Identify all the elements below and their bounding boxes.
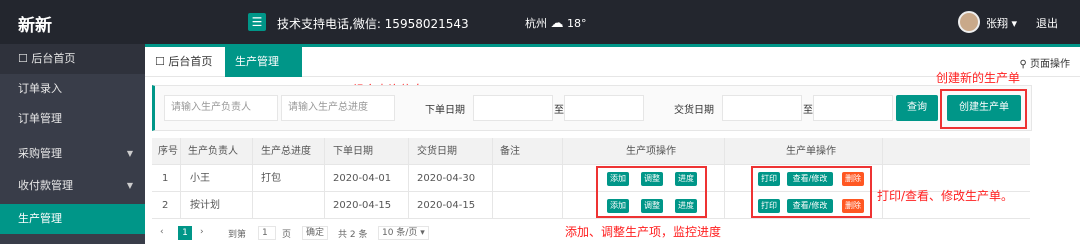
app-logo: 新新 [18, 16, 52, 36]
table-header: 序号 生产负责人 生产总进度 下单日期 交货日期 备注 生产项操作 生产单操作 [152, 138, 1030, 165]
header-delivery-date: 交货日期 [417, 146, 457, 157]
sidebar-item-label: 订单管理 [18, 112, 62, 125]
to-label: 至 [554, 105, 564, 116]
confirm-button[interactable]: 确定 [302, 226, 329, 240]
cell-progress: 打包 [261, 173, 281, 184]
header-progress: 生产总进度 [261, 146, 311, 157]
weather-info: 杭州 ☁ 18° [525, 15, 587, 31]
cell-owner: 按计划 [190, 200, 220, 211]
chevron-down-icon: ▼ [126, 181, 133, 190]
logout-link[interactable]: 退出 [1036, 15, 1058, 31]
sidebar-item-payment[interactable]: 收付款管理 ▼ [0, 171, 145, 201]
support-info: 技术支持电话,微信: 15958021543 [277, 17, 469, 31]
order-date-from[interactable] [473, 95, 553, 121]
order-date-to[interactable] [564, 95, 644, 121]
sidebar-item-label: 收付款管理 [18, 179, 73, 192]
highlight-box [596, 166, 707, 218]
header-owner: 生产负责人 [188, 146, 238, 157]
header-remark: 备注 [500, 146, 520, 157]
page-ops-button[interactable]: ⚲ 页面操作 [1019, 55, 1070, 70]
weather-city: 杭州 [525, 17, 547, 30]
prev-page-icon[interactable]: ‹ [160, 227, 164, 237]
header-no: 序号 [158, 146, 178, 157]
total-count: 共 2 条 [338, 230, 368, 240]
avatar[interactable] [958, 11, 980, 33]
query-button[interactable]: 查询 [896, 95, 938, 121]
goto-label: 到第 [228, 230, 247, 240]
page-number-current[interactable]: 1 [178, 226, 192, 240]
sidebar-item-label: ☐ 后台首页 [18, 52, 76, 65]
delivery-date-label: 交货日期 [674, 105, 714, 116]
sidebar-item-order-manage[interactable]: 订单管理 [0, 104, 145, 134]
sidebar: ☐ 后台首页 订单录入 订单管理 采购管理 ▼ 收付款管理 ▼ 生产管理 [0, 44, 145, 244]
header-order-date: 下单日期 [333, 146, 373, 157]
to-label: 至 [803, 105, 813, 116]
column-divider [408, 138, 409, 219]
column-divider [324, 138, 325, 219]
sidebar-item-label: 生产管理 [18, 212, 62, 225]
order-date-label: 下单日期 [425, 105, 465, 116]
tab-home[interactable]: ☐ 后台首页 [145, 47, 222, 77]
cell-delivery-date: 2020-04-15 [417, 200, 476, 211]
delivery-date-from[interactable] [722, 95, 802, 121]
delivery-date-to[interactable] [813, 95, 893, 121]
page-input[interactable]: 1 [258, 226, 276, 240]
column-divider [252, 138, 253, 219]
annotation-create: 创建新的生产单 [936, 71, 1021, 85]
cell-order-date: 2020-04-15 [333, 200, 392, 211]
create-order-button[interactable]: 创建生产单 [947, 95, 1021, 121]
sidebar-item-production[interactable]: 生产管理 [0, 204, 145, 234]
cell-order-date: 2020-04-01 [333, 173, 392, 184]
tab-production[interactable]: 生产管理× [225, 47, 302, 98]
cell-no: 1 [162, 173, 169, 184]
user-menu[interactable]: 张翔 ▾ [986, 15, 1017, 31]
highlight-box [751, 166, 872, 218]
sidebar-item-order-entry[interactable]: 订单录入 [0, 74, 145, 104]
sidebar-item-label: 采购管理 [18, 147, 62, 160]
page-size-select[interactable]: 10 条/页 ▾ [378, 226, 429, 240]
header-order-ops: 生产单操作 [786, 146, 836, 157]
annotation-item-ops: 添加、调整生产项，监控进度 [565, 225, 722, 239]
annotation-print: 打印/查看、修改生产单。 [877, 189, 1014, 203]
column-divider [562, 138, 563, 219]
next-page-icon[interactable]: › [200, 227, 204, 237]
owner-input[interactable]: 请输入生产负责人 [164, 95, 278, 121]
weather-temp: 18° [567, 17, 587, 30]
column-divider [180, 138, 181, 219]
top-bar: 新新 ☰ 技术支持电话,微信: 15958021543 杭州 ☁ 18° 张翔 … [0, 0, 1080, 44]
cell-no: 2 [162, 200, 169, 211]
tab-label: 生产管理 [235, 55, 279, 68]
cell-owner: 小王 [190, 173, 210, 184]
sidebar-item-label: 订单录入 [18, 82, 62, 95]
cell-delivery-date: 2020-04-30 [417, 173, 476, 184]
chevron-down-icon: ▼ [126, 149, 133, 158]
column-divider [882, 138, 883, 219]
page-unit-label: 页 [282, 230, 292, 240]
column-divider [492, 138, 493, 219]
progress-input[interactable]: 请输入生产总进度 [281, 95, 395, 121]
header-item-ops: 生产项操作 [626, 146, 676, 157]
sidebar-item-home[interactable]: ☐ 后台首页 [0, 44, 145, 74]
column-divider [724, 138, 725, 219]
cloud-icon: ☁ [550, 16, 564, 31]
menu-toggle-icon[interactable]: ☰ [248, 13, 266, 31]
sidebar-item-purchase[interactable]: 采购管理 ▼ [0, 139, 145, 169]
